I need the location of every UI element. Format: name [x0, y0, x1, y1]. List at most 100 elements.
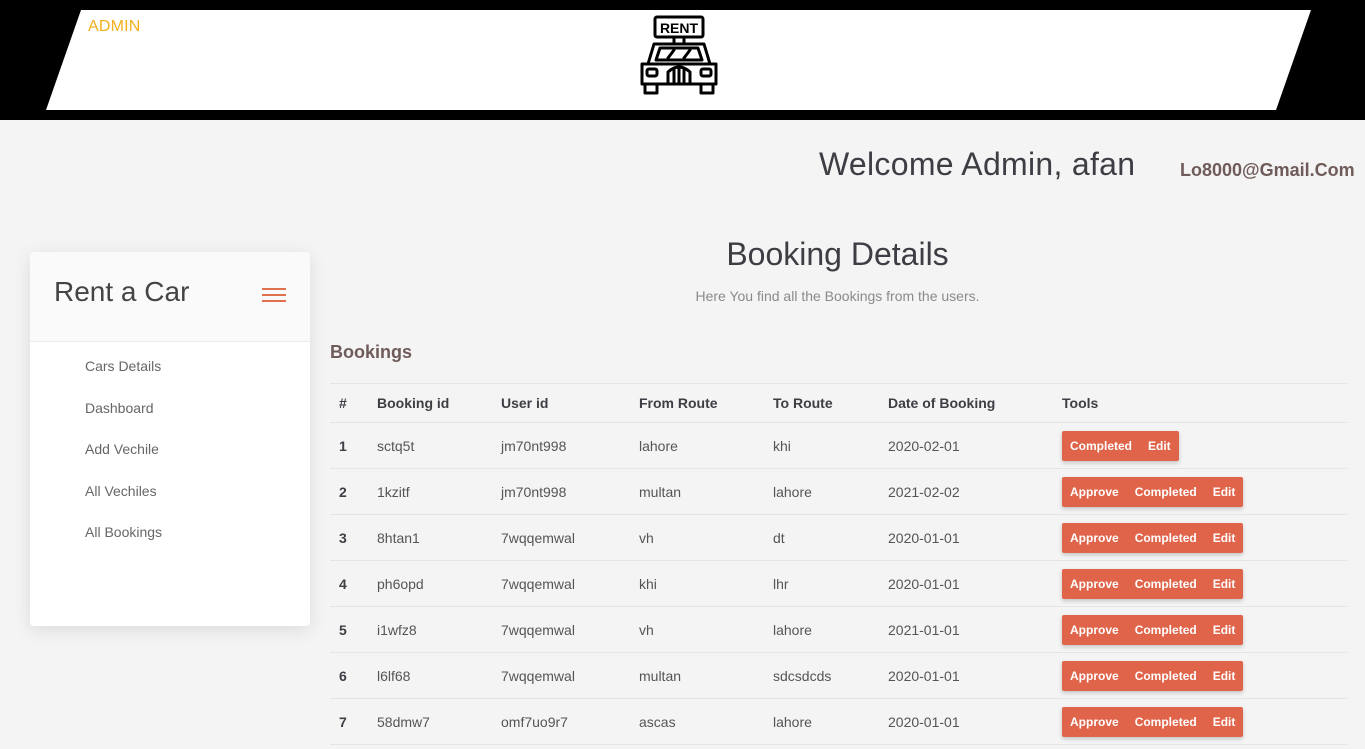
completed-button[interactable]: Completed — [1127, 569, 1205, 599]
sidebar-item-dashboard[interactable]: Dashboard — [30, 398, 310, 440]
tools-cell: Approve Completed Edit — [1053, 698, 1347, 745]
approve-button[interactable]: Approve — [1062, 569, 1127, 599]
welcome-message: Welcome Admin, afan — [819, 146, 1136, 182]
completed-button[interactable]: Completed — [1062, 431, 1140, 461]
user-id-cell: 7wqqemwal — [492, 652, 630, 699]
to-route-cell: sdcsdcds — [764, 652, 879, 699]
tools-cell: Approve Completed Edit — [1053, 652, 1347, 699]
edit-button[interactable]: Edit — [1205, 569, 1244, 599]
approve-button[interactable]: Approve — [1062, 707, 1127, 737]
from-route-cell: multan — [630, 468, 764, 515]
row-number: 6 — [330, 652, 368, 699]
approve-button[interactable]: Approve — [1062, 523, 1127, 553]
completed-button[interactable]: Completed — [1127, 523, 1205, 553]
edit-button[interactable]: Edit — [1205, 661, 1244, 691]
to-route-cell: khi — [764, 422, 879, 469]
user-id-cell: jm70nt998 — [492, 468, 630, 515]
column-header-to-route: To Route — [764, 383, 879, 423]
table-row: 5 i1wfz8 7wqqemwal vh lahore 2021-01-01 Approv… — [330, 606, 1347, 653]
tools-button-group: Approve Completed Edit — [1062, 660, 1244, 691]
table-row: 2 1kzitf jm70nt998 multan lahore 2021-02-02 Ap… — [330, 468, 1347, 515]
column-header-user-id: User id — [492, 383, 630, 423]
sidebar-nav: Cars Details Dashboard Add Vechile All V… — [30, 342, 310, 564]
booking-date-cell: 2020-01-01 — [879, 652, 1053, 699]
booking-id-cell: ph6opd — [368, 560, 492, 607]
to-route-cell: lhr — [764, 560, 879, 607]
booking-id-cell: 8htan1 — [368, 514, 492, 561]
edit-button[interactable]: Edit — [1205, 615, 1244, 645]
table-title: Bookings — [330, 342, 413, 362]
booking-date-cell: 2021-01-01 — [879, 606, 1053, 653]
from-route-cell: vh — [630, 514, 764, 561]
edit-button[interactable]: Edit — [1205, 707, 1244, 737]
booking-date-cell: 2020-01-01 — [879, 514, 1053, 561]
completed-button[interactable]: Completed — [1127, 707, 1205, 737]
admin-label[interactable]: ADMIN — [88, 18, 141, 36]
user-id-cell: jm70nt998 — [492, 422, 630, 469]
table-row: 3 8htan1 7wqqemwal vh dt 2020-01-01 Approve Com… — [330, 514, 1347, 561]
row-number: 2 — [330, 468, 368, 515]
tools-cell: Approve Completed Edit — [1053, 514, 1347, 561]
from-route-cell: vh — [630, 606, 764, 653]
row-number: 1 — [330, 422, 368, 469]
tools-cell: Approve Completed Edit — [1053, 468, 1347, 515]
row-number: 3 — [330, 514, 368, 561]
from-route-cell: khi — [630, 560, 764, 607]
booking-id-cell: 1kzitf — [368, 468, 492, 515]
table-row: 1 sctq5t jm70nt998 lahore khi 2020-02-01 Compl… — [330, 422, 1347, 469]
completed-button[interactable]: Completed — [1127, 661, 1205, 691]
from-route-cell: lahore — [630, 422, 764, 469]
to-route-cell: lahore — [764, 698, 879, 745]
table-row: 6 l6lf68 7wqqemwal multan sdcsdcds 2020-01-01… — [330, 652, 1347, 699]
column-header-booking-id: Booking id — [368, 383, 492, 423]
edit-button[interactable]: Edit — [1140, 431, 1179, 461]
sidebar-item-all-vechiles[interactable]: All Vechiles — [30, 481, 310, 523]
row-number: 5 — [330, 606, 368, 653]
tools-button-group: Approve Completed Edit — [1062, 476, 1244, 507]
user-id-cell: 7wqqemwal — [492, 606, 630, 653]
user-id-cell: 7wqqemwal — [492, 560, 630, 607]
approve-button[interactable]: Approve — [1062, 615, 1127, 645]
user-id-cell: 7wqqemwal — [492, 514, 630, 561]
booking-id-cell: 58dmw7 — [368, 698, 492, 745]
user-email[interactable]: Lo8000@Gmail.Com — [1180, 160, 1355, 181]
booking-id-cell: i1wfz8 — [368, 606, 492, 653]
column-header-number: # — [330, 383, 368, 423]
table-row: 4 ph6opd 7wqqemwal khi lhr 2020-01-01 Approve C… — [330, 560, 1347, 607]
tools-cell: Completed Edit — [1053, 422, 1347, 469]
svg-text:RENT: RENT — [660, 20, 699, 36]
edit-button[interactable]: Edit — [1205, 477, 1244, 507]
tools-button-group: Approve Completed Edit — [1062, 706, 1244, 737]
booking-date-cell: 2020-02-01 — [879, 422, 1053, 469]
tools-button-group: Approve Completed Edit — [1062, 614, 1244, 645]
sidebar-item-cars-details[interactable]: Cars Details — [30, 356, 310, 398]
sidebar-item-add-vechile[interactable]: Add Vechile — [30, 439, 310, 481]
booking-id-cell: sctq5t — [368, 422, 492, 469]
table-row: 7 58dmw7 omf7uo9r7 ascas lahore 2020-01-01 App… — [330, 698, 1347, 745]
completed-button[interactable]: Completed — [1127, 615, 1205, 645]
to-route-cell: lahore — [764, 606, 879, 653]
approve-button[interactable]: Approve — [1062, 661, 1127, 691]
to-route-cell: lahore — [764, 468, 879, 515]
column-header-from-route: From Route — [630, 383, 764, 423]
booking-date-cell: 2020-01-01 — [879, 698, 1053, 745]
tools-button-group: Approve Completed Edit — [1062, 568, 1244, 599]
bookings-table: # Booking id User id From Route To Route… — [330, 383, 1347, 745]
approve-button[interactable]: Approve — [1062, 477, 1127, 507]
booking-id-cell: l6lf68 — [368, 652, 492, 699]
edit-button[interactable]: Edit — [1205, 523, 1244, 553]
user-id-cell: omf7uo9r7 — [492, 698, 630, 745]
booking-date-cell: 2020-01-01 — [879, 560, 1053, 607]
tools-button-group: Completed Edit — [1062, 430, 1179, 461]
booking-date-cell: 2021-02-02 — [879, 468, 1053, 515]
page-title: Booking Details — [726, 236, 949, 272]
sidebar-item-all-bookings[interactable]: All Bookings — [30, 522, 310, 564]
rent-car-logo-icon[interactable]: RENT — [638, 14, 720, 96]
row-number: 7 — [330, 698, 368, 745]
from-route-cell: multan — [630, 652, 764, 699]
tools-cell: Approve Completed Edit — [1053, 560, 1347, 607]
row-number: 4 — [330, 560, 368, 607]
sidebar: Rent a Car Cars Details Dashboard Add Ve… — [30, 252, 310, 626]
completed-button[interactable]: Completed — [1127, 477, 1205, 507]
column-header-date: Date of Booking — [879, 383, 1053, 423]
